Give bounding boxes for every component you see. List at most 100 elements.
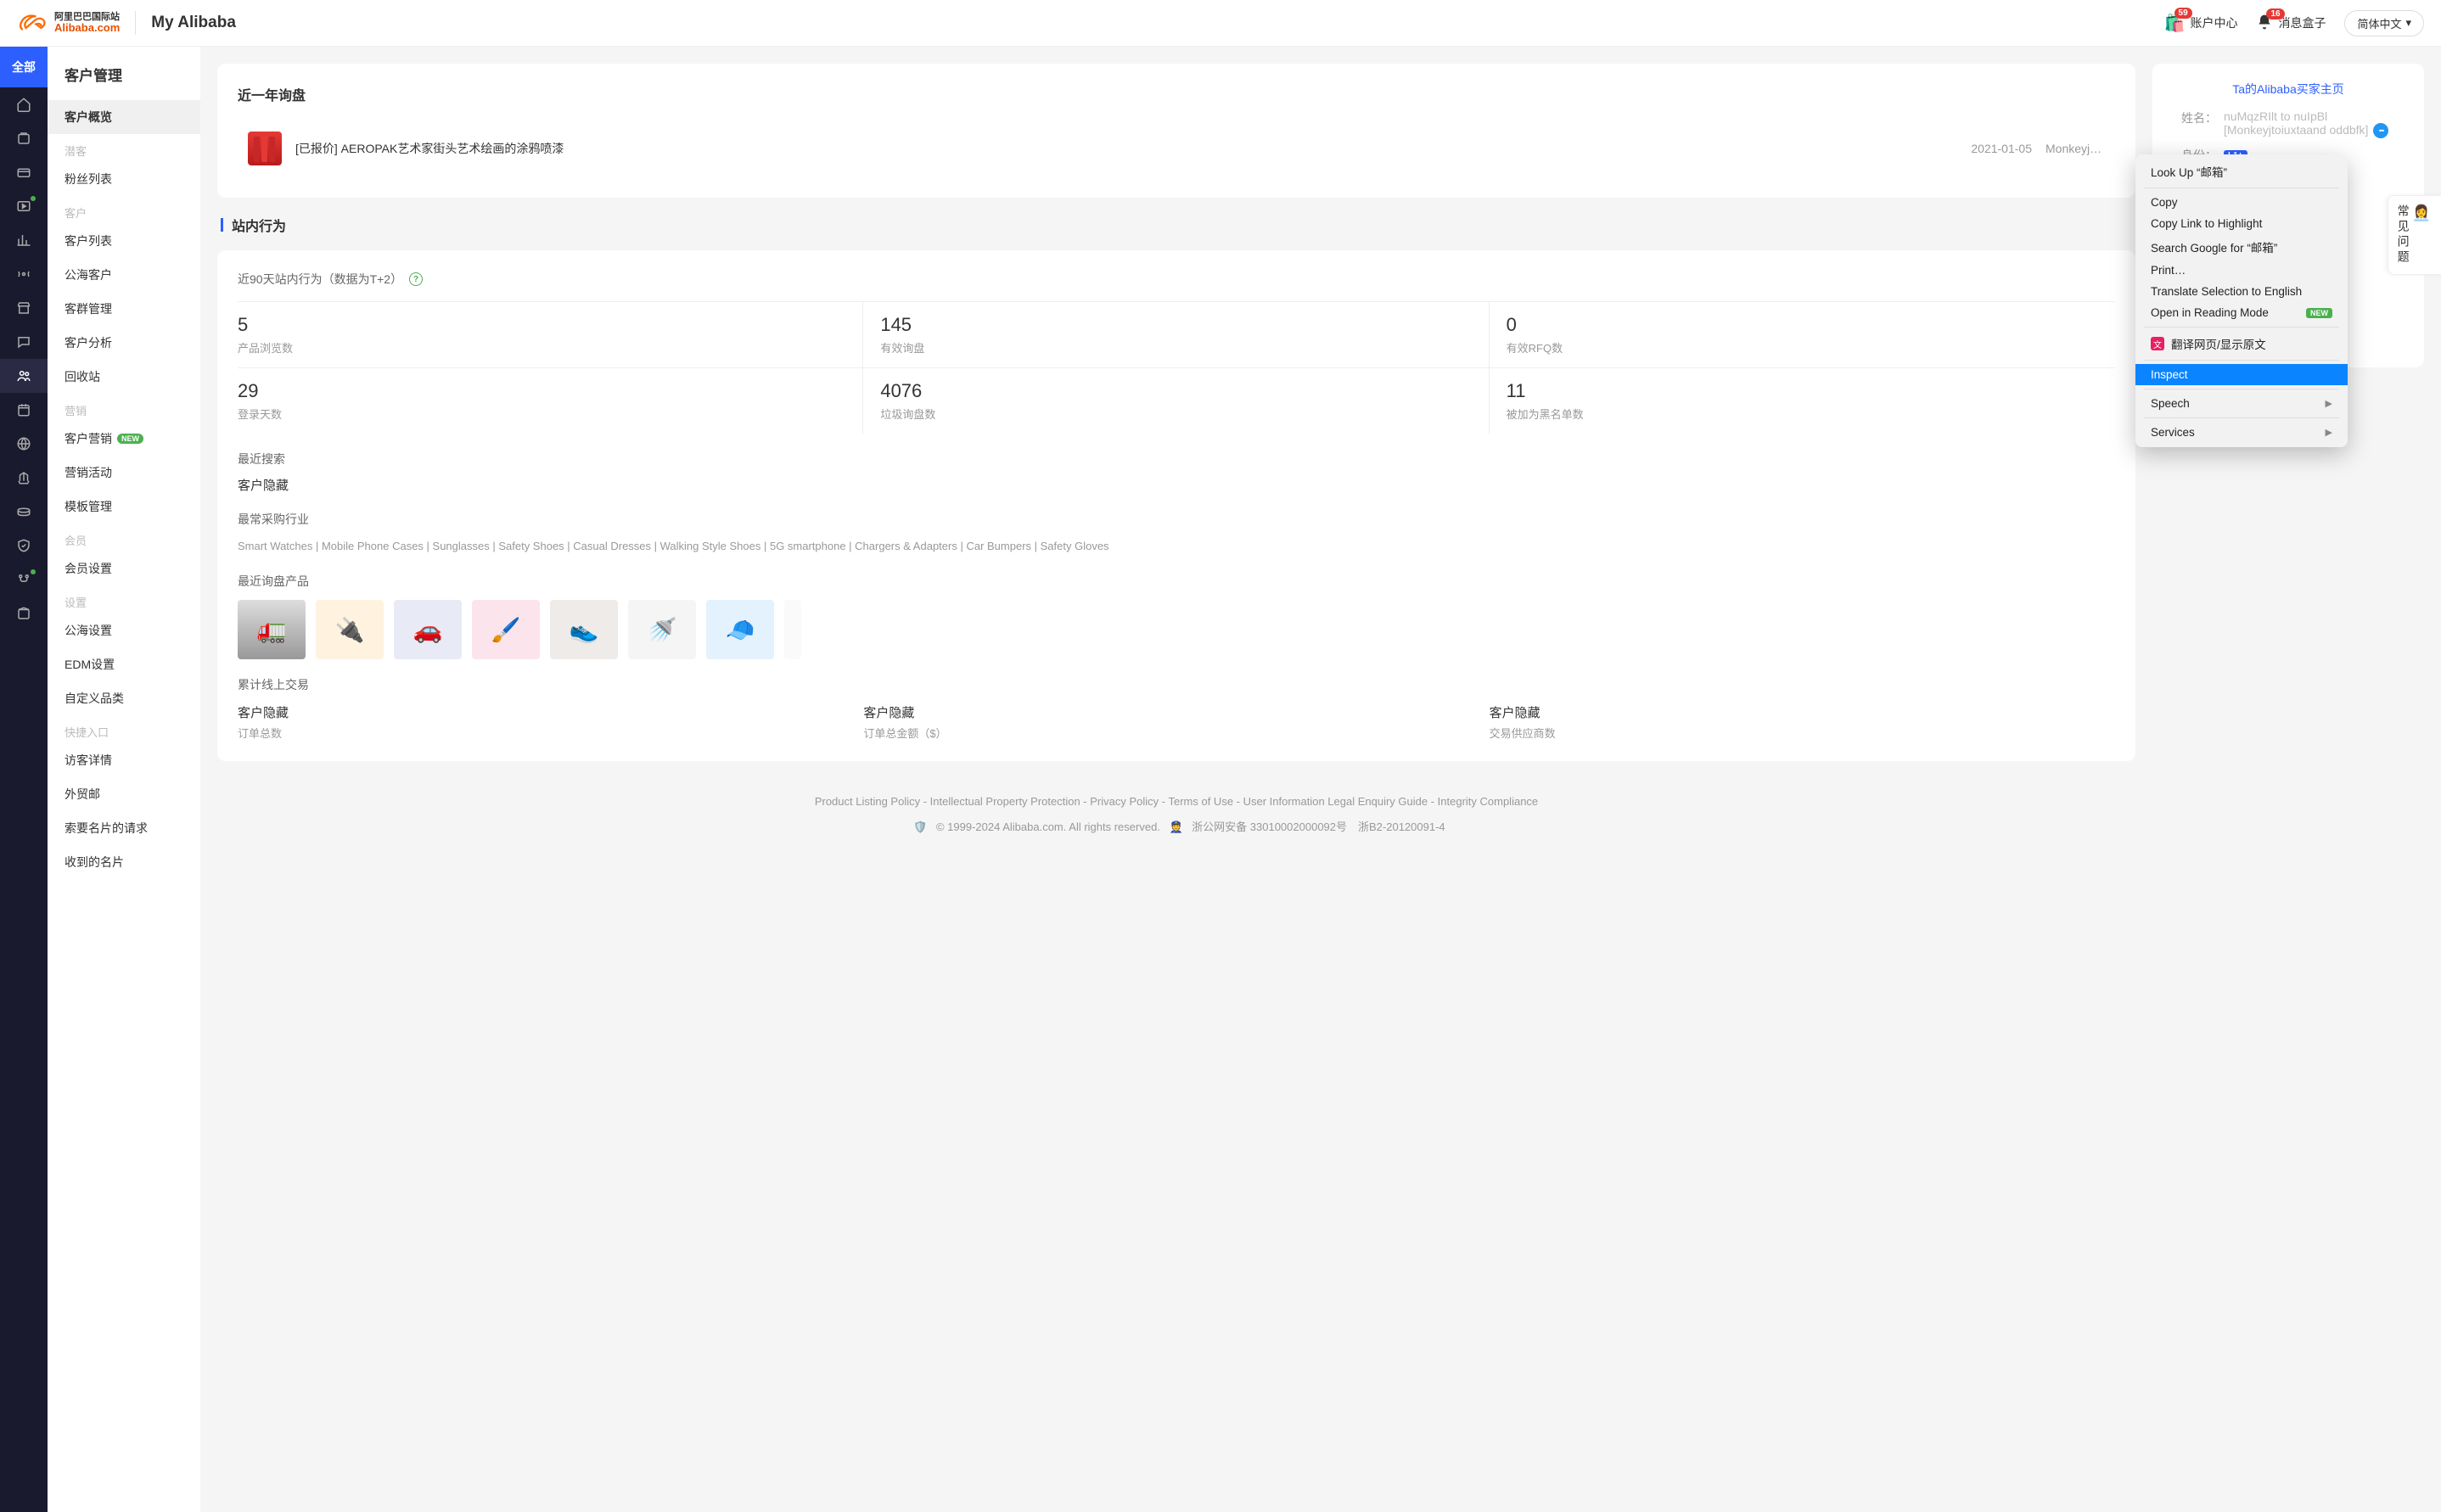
ctx-search-google[interactable]: Search Google for “邮箱” [2135,234,2348,260]
tx-label: 订单总数 [238,725,863,741]
iconbar-customers[interactable] [0,359,48,393]
iconbar-finance-icon[interactable] [0,495,48,529]
iconbar-all[interactable]: 全部 [0,47,48,87]
stat-value: 145 [880,314,1471,336]
ctx-services[interactable]: Services▶ [2135,422,2348,443]
sidebar-item[interactable]: 索要名片的请求 [48,811,200,845]
product-thumb[interactable]: 🚛 [238,600,306,659]
ctx-print[interactable]: Print… [2135,260,2348,281]
topbar: 阿里巴巴国际站 Alibaba.com My Alibaba 🛍️ 59 账户中… [0,0,2441,47]
stat-value: 29 [238,380,845,402]
ctx-speech[interactable]: Speech▶ [2135,393,2348,414]
stat-cell: 145有效询盘 [863,302,1489,368]
iconbar-play-icon[interactable] [0,189,48,223]
sidebar-item[interactable]: EDM设置 [48,647,200,681]
sidebar-item[interactable]: 营销活动 [48,456,200,490]
product-thumb[interactable] [784,600,801,659]
page-title: My Alibaba [151,14,236,32]
messages-badge: 16 [2266,8,2284,20]
inquiry-date: 2021-01-05 [1971,142,2032,155]
iconbar-shield-icon[interactable] [0,529,48,563]
sidebar-group-label: 快捷入口 [48,715,200,743]
iconbar-tools-icon[interactable] [0,563,48,596]
stat-label: 有效RFQ数 [1507,339,2098,356]
sidebar-item[interactable]: 客户概览 [48,100,200,134]
chat-icon[interactable] [2373,123,2388,138]
alibaba-logo-icon [17,13,48,33]
tx-cell: 客户隐藏订单总金额（$） [863,703,1489,741]
sidebar-item[interactable]: 粉丝列表 [48,162,200,196]
sidebar-item[interactable]: 访客详情 [48,743,200,777]
iconbar-apps-icon[interactable] [0,596,48,630]
sidebar-item[interactable]: 模板管理 [48,490,200,524]
name-label: 姓名： [2169,109,2217,126]
footer-links[interactable]: Product Listing Policy - Intellectual Pr… [251,795,2102,808]
ctx-lookup[interactable]: Look Up “邮箱” [2135,159,2348,184]
inquiry-row[interactable]: [已报价] AEROPAK艺术家街头艺术绘画的涂鸦喷漆 2021-01-05 M… [238,120,2115,177]
iconbar-chat-icon[interactable] [0,325,48,359]
sidebar-item[interactable]: 客群管理 [48,292,200,326]
ctx-copy[interactable]: Copy [2135,192,2348,213]
iconbar-globe-icon[interactable] [0,427,48,461]
stat-value: 11 [1507,380,2098,402]
iconbar-analytics[interactable] [0,223,48,257]
product-thumb[interactable]: 🚗 [394,600,462,659]
chevron-right-icon: ▶ [2326,398,2332,409]
divider [135,11,136,35]
sidebar-item[interactable]: 客户营销NEW [48,422,200,456]
iconbar-calendar-icon[interactable] [0,393,48,427]
iconbar-store-icon[interactable] [0,291,48,325]
footer-copyright: 🛡️ © 1999-2024 Alibaba.com. All rights r… [251,818,2102,836]
tx-value: 客户隐藏 [1490,703,2115,721]
tx-label: 累计线上交易 [238,676,2115,693]
stat-cell: 11 被加为黑名单数 [1490,368,2115,434]
chevron-right-icon: ▶ [2326,427,2332,438]
inquiry-thumb [248,132,282,165]
sidebar-item[interactable]: 公海设置 [48,613,200,647]
buyer-homepage-link[interactable]: Ta的Alibaba买家主页 [2169,81,2407,98]
sidebar-item[interactable]: 回收站 [48,360,200,394]
sidebar-item[interactable]: 客户分析 [48,326,200,360]
police-badge-icon: 👮 [1169,820,1184,836]
sidebar-item[interactable]: 公海客户 [48,258,200,292]
messages-label: 消息盒子 [2278,14,2326,31]
main-content: 近一年询盘 [已报价] AEROPAK艺术家街头艺术绘画的涂鸦喷漆 2021-0… [200,47,2152,1512]
tx-cell: 客户隐藏交易供应商数 [1490,703,2115,741]
sidebar-item[interactable]: 客户列表 [48,224,200,258]
product-thumbs: 🚛 🔌 🚗 🖌️ 👟 🚿 🧢 [238,600,2115,659]
logo[interactable]: 阿里巴巴国际站 Alibaba.com [17,13,120,33]
product-thumb[interactable]: 🧢 [706,600,774,659]
product-thumb[interactable]: 🖌️ [472,600,540,659]
faq-side-tab[interactable]: 👩‍💼 常见问题 [2388,195,2441,275]
info-icon[interactable]: ? [409,272,423,286]
iconbar-products[interactable] [0,121,48,155]
iconbar-home[interactable] [0,87,48,121]
language-selector[interactable]: 简体中文 ▾ [2344,10,2424,36]
iconbar-broadcast-icon[interactable] [0,257,48,291]
tx-label: 订单总金额（$） [863,725,1489,741]
tx-cell: 客户隐藏订单总数 [238,703,863,741]
ctx-translate-page[interactable]: 文翻译网页/显示原文 [2135,331,2348,356]
sidebar-item[interactable]: 会员设置 [48,552,200,585]
ctx-copy-link[interactable]: Copy Link to Highlight [2135,213,2348,234]
tx-grid: 客户隐藏订单总数客户隐藏订单总金额（$）客户隐藏交易供应商数 [238,703,2115,741]
stat-value: 0 [1507,314,2098,336]
sidebar-item[interactable]: 外贸邮 [48,777,200,811]
inquiry-section-title: 近一年询盘 [238,84,2115,104]
sidebar-item[interactable]: 收到的名片 [48,845,200,879]
sidebar-group-label: 潜客 [48,134,200,162]
ctx-translate[interactable]: Translate Selection to English [2135,281,2348,302]
product-thumb[interactable]: 👟 [550,600,618,659]
icon-sidebar: 全部 [0,47,48,1512]
ctx-reading-mode[interactable]: Open in Reading ModeNEW [2135,302,2348,323]
ctx-inspect[interactable]: Inspect [2135,364,2348,385]
product-thumb[interactable]: 🚿 [628,600,696,659]
messages-link[interactable]: 16 消息盒子 [2256,14,2326,33]
stat-label: 被加为黑名单数 [1507,406,2098,422]
product-thumb[interactable]: 🔌 [316,600,384,659]
account-center-link[interactable]: 🛍️ 59 账户中心 [2164,13,2238,34]
sidebar-item[interactable]: 自定义品类 [48,681,200,715]
recent-search-value: 客户隐藏 [238,476,2115,494]
iconbar-orders[interactable] [0,155,48,189]
iconbar-ship-icon[interactable] [0,461,48,495]
